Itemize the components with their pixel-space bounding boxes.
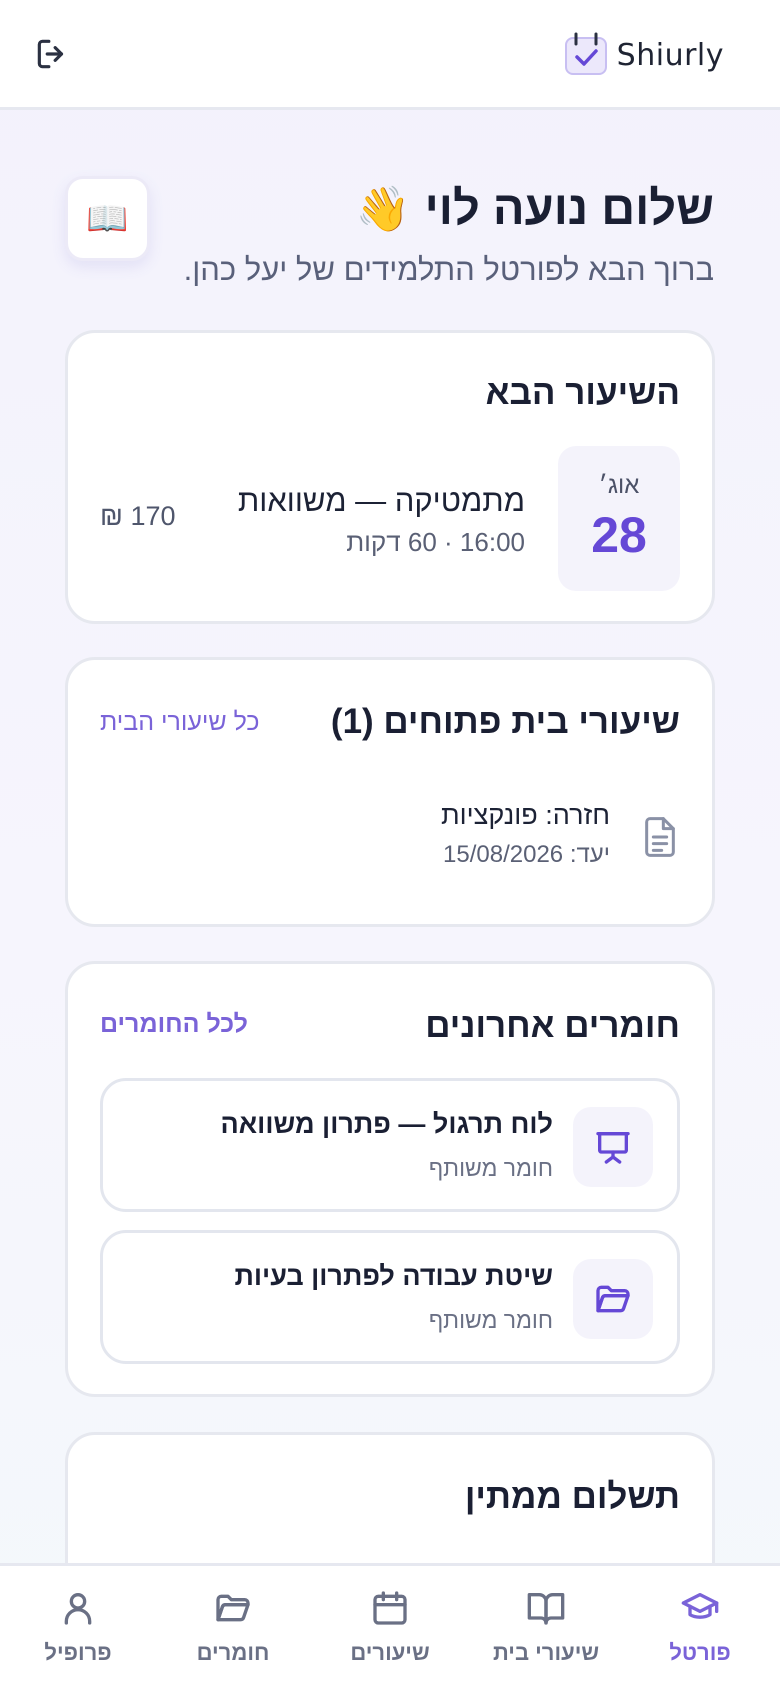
- material-icon-box: [573, 1107, 653, 1187]
- folder-icon: [596, 1285, 630, 1313]
- homework-card: שיעורי בית פתוחים (1) כל שיעורי הבית חזר…: [65, 657, 715, 927]
- nav-label: חומרים: [196, 1640, 270, 1665]
- nav-lessons[interactable]: שיעורים: [315, 1588, 465, 1678]
- folder-icon: [216, 1594, 250, 1622]
- wave-icon: 👋: [355, 185, 411, 234]
- logout-button[interactable]: [30, 32, 74, 76]
- graduation-cap-icon: [681, 1593, 719, 1619]
- nav-label: שיעורים: [350, 1640, 430, 1665]
- lesson-day: 28: [591, 507, 647, 563]
- nav-portal[interactable]: פורטל: [625, 1588, 775, 1678]
- greeting-text: שלום נועה לוי: [424, 181, 714, 234]
- lesson-date: אוג׳ 28: [558, 446, 680, 591]
- nav-label: פרופיל: [44, 1640, 112, 1665]
- nav-materials[interactable]: חומרים: [158, 1588, 308, 1678]
- material-subtitle: חומר משותף: [428, 1307, 553, 1333]
- brand-name: Shiurly: [616, 37, 724, 73]
- lesson-price: 170 ₪: [100, 501, 176, 531]
- all-materials-link[interactable]: לכל החומרים: [100, 1010, 248, 1039]
- materials-card: חומרים אחרונים לכל החומרים לוח תרגול — פ…: [65, 961, 715, 1397]
- payment-title: תשלום ממתין: [464, 1477, 680, 1516]
- material-item[interactable]: שיטת עבודה לפתרון בעיות חומר משותף: [100, 1230, 680, 1364]
- presentation-icon: [596, 1132, 630, 1164]
- lesson-subject: מתמטיקה — משוואות: [237, 483, 525, 518]
- material-icon-box: [573, 1259, 653, 1339]
- material-title: לוח תרגול — פתרון משוואה: [220, 1109, 553, 1139]
- lesson-time: 16:00 · 60 דקות: [346, 527, 525, 557]
- nav-label: פורטל: [669, 1640, 731, 1665]
- nav-label: שיעורי בית: [492, 1640, 600, 1665]
- logout-icon: [37, 39, 64, 69]
- bottom-nav: פורטל שיעורי בית שיעורים חומרים פרופיל: [0, 1563, 780, 1688]
- nav-homework[interactable]: שיעורי בית: [471, 1588, 621, 1678]
- top-bar: Shiurly: [0, 0, 780, 110]
- material-title: שיטת עבודה לפתרון בעיות: [234, 1261, 553, 1291]
- calendar-check-icon: [564, 32, 607, 75]
- user-icon: [64, 1593, 92, 1625]
- next-lesson-title: השיעור הבא: [485, 373, 680, 412]
- material-subtitle: חומר משותף: [428, 1155, 553, 1181]
- greeting-subtitle: ברוך הבא לפורטל התלמידים של יעל כהן.: [183, 252, 714, 287]
- all-homework-link[interactable]: כל שיעורי הבית: [100, 708, 259, 737]
- materials-title: חומרים אחרונים: [425, 1006, 680, 1045]
- calendar-icon: [373, 1591, 407, 1625]
- lesson-month: אוג׳: [598, 472, 640, 499]
- nav-profile[interactable]: פרופיל: [3, 1588, 153, 1678]
- homework-item-title[interactable]: חזרה: פונקציות: [441, 800, 610, 831]
- book-icon: 📖: [86, 199, 129, 238]
- brand[interactable]: Shiurly: [563, 30, 724, 80]
- book-badge: 📖: [65, 176, 150, 261]
- book-open-icon: [527, 1593, 565, 1625]
- homework-item-due: יעד: 15/08/2026: [443, 841, 610, 868]
- homework-title: שיעורי בית פתוחים (1): [330, 702, 680, 741]
- greeting-title: שלום נועה לוי 👋: [356, 180, 714, 235]
- next-lesson-card[interactable]: השיעור הבא אוג׳ 28 מתמטיקה — משוואות 16:…: [65, 330, 715, 624]
- document-icon: [645, 817, 675, 857]
- material-item[interactable]: לוח תרגול — פתרון משוואה חומר משותף: [100, 1078, 680, 1212]
